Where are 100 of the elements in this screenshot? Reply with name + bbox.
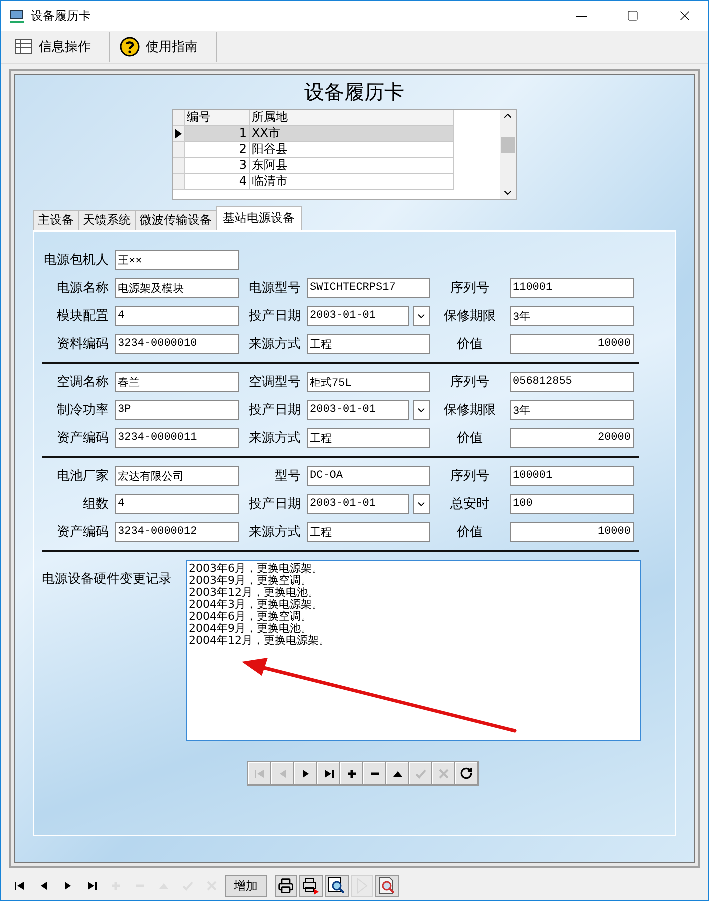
first-record-icon [254, 768, 266, 780]
table-cell[interactable]: 1 [185, 126, 250, 142]
table-cell[interactable]: 阳谷县 [250, 142, 454, 158]
field-label: 空调名称 [56, 374, 109, 391]
toolbar-button[interactable] [325, 875, 349, 897]
field-label: 电源名称 [56, 280, 109, 297]
navigator-button[interactable] [455, 762, 478, 785]
text-area[interactable]: 2003年6月，更换电源架。 2003年9月，更换空调。 2003年12月，更换电池。 2004年3月，更换电源架。 2004年6月，更换空调。 2004年9月，更换电池。 2004年12月，更换电源架。 [186, 560, 641, 741]
field-label: 保修期限 [443, 402, 497, 419]
app-icon [9, 8, 25, 24]
add-button[interactable]: 增加 [225, 875, 267, 897]
toolbar-button[interactable] [375, 875, 399, 897]
input-field[interactable]: 春兰 [115, 372, 239, 392]
input-field[interactable]: 王×× [115, 250, 239, 270]
check-icon [414, 768, 426, 780]
field-label: 价值 [456, 336, 484, 353]
toolbar-button[interactable]: 使用指南 [110, 32, 217, 62]
window-title: 设备履历卡 [31, 8, 92, 24]
table-cell[interactable]: 3 [185, 158, 250, 174]
magnifier-page-icon [328, 877, 346, 895]
row-header[interactable] [173, 126, 185, 142]
table-cell[interactable]: 2 [185, 142, 250, 158]
date-field[interactable]: 2003-01-01 [307, 306, 409, 326]
navigator-button[interactable] [363, 762, 386, 785]
last-record-icon [322, 768, 334, 780]
input-field[interactable]: 20000 [510, 428, 634, 448]
date-field[interactable]: 2003-01-01 [307, 400, 409, 420]
input-field[interactable]: 4 [115, 306, 239, 326]
field-label: 价值 [456, 524, 484, 541]
navigator-button[interactable] [294, 762, 317, 785]
tab[interactable]: 基站电源设备 [216, 206, 302, 230]
refresh-icon [460, 767, 473, 780]
input-field[interactable]: SWICHTECRPS17 [307, 278, 430, 298]
column-header[interactable]: 编号 [185, 110, 250, 126]
input-field[interactable]: 柜式75L [307, 372, 430, 392]
field-label: 电源包机人 [43, 252, 109, 269]
field-label: 投产日期 [248, 308, 301, 325]
field-label: 序列号 [450, 280, 490, 297]
table-icon [15, 39, 33, 55]
input-field[interactable]: 工程 [307, 522, 430, 542]
input-field[interactable]: 3234-0000010 [115, 334, 239, 354]
input-field[interactable]: 工程 [307, 428, 430, 448]
navigator-button[interactable] [386, 762, 409, 785]
input-field[interactable]: 工程 [307, 334, 430, 354]
table-cell[interactable]: 东阿县 [250, 158, 454, 174]
input-field[interactable]: 110001 [510, 278, 634, 298]
first-record-icon [14, 880, 26, 892]
input-field[interactable]: DC-OA [307, 466, 430, 486]
table-cell[interactable]: 临清市 [250, 174, 454, 190]
tab[interactable]: 主设备 [33, 210, 79, 230]
input-field[interactable]: 电源架及模块 [115, 278, 239, 298]
cancel-icon [438, 768, 450, 780]
field-label: 序列号 [450, 374, 490, 391]
field-label: 电源型号 [248, 280, 301, 297]
input-field[interactable]: 3年 [510, 400, 634, 420]
field-label: 来源方式 [248, 336, 301, 353]
field-label: 电源设备硬件变更记录 [42, 572, 172, 588]
field-label: 价值 [456, 430, 484, 447]
column-header[interactable]: 所属地 [250, 110, 454, 126]
dropdown-button[interactable] [413, 400, 430, 420]
toolbar-button[interactable] [299, 875, 323, 897]
dropdown-button[interactable] [413, 306, 430, 326]
field-label: 型号 [274, 468, 301, 485]
play-icon [355, 877, 369, 895]
field-label: 资产编码 [56, 524, 109, 541]
scrollbar[interactable] [500, 110, 516, 199]
input-field[interactable]: 3234-0000011 [115, 428, 239, 448]
navigator-button[interactable] [317, 762, 340, 785]
toolbar-button[interactable]: 信息操作 [5, 32, 110, 62]
help-icon [120, 37, 140, 57]
field-label: 总安时 [450, 496, 490, 513]
input-field[interactable]: 4 [115, 494, 239, 514]
input-field[interactable]: 3年 [510, 306, 634, 326]
last-record-icon [86, 880, 98, 892]
table-cell[interactable]: 4 [185, 174, 250, 190]
scrollbar-thumb[interactable] [501, 136, 515, 152]
toolbar-button[interactable] [275, 875, 297, 897]
input-field[interactable]: 3P [115, 400, 239, 420]
date-field[interactable]: 2003-01-01 [307, 494, 409, 514]
navigator-button[interactable] [340, 762, 363, 785]
input-field[interactable]: 宏达有限公司 [115, 466, 239, 486]
maximize-icon [627, 10, 639, 22]
input-field[interactable]: 10000 [510, 334, 634, 354]
dropdown-button[interactable] [413, 494, 430, 514]
field-label: 制冷功率 [56, 402, 109, 419]
field-label: 来源方式 [248, 430, 301, 447]
field-label: 投产日期 [248, 402, 301, 419]
field-label: 来源方式 [248, 524, 301, 541]
printer-icon [278, 878, 294, 894]
input-field[interactable]: 3234-0000012 [115, 522, 239, 542]
tab[interactable]: 天馈系统 [78, 210, 136, 230]
input-field[interactable]: 10000 [510, 522, 634, 542]
printer-arrow-icon [302, 877, 320, 895]
input-field[interactable]: 100 [510, 494, 634, 514]
tab[interactable]: 微波传输设备 [135, 210, 217, 230]
input-field[interactable]: 056812855 [510, 372, 634, 392]
plus-icon [346, 768, 358, 780]
table-cell[interactable]: XX市 [250, 126, 454, 142]
input-field[interactable]: 100001 [510, 466, 634, 486]
zoom-page-icon [378, 877, 396, 895]
